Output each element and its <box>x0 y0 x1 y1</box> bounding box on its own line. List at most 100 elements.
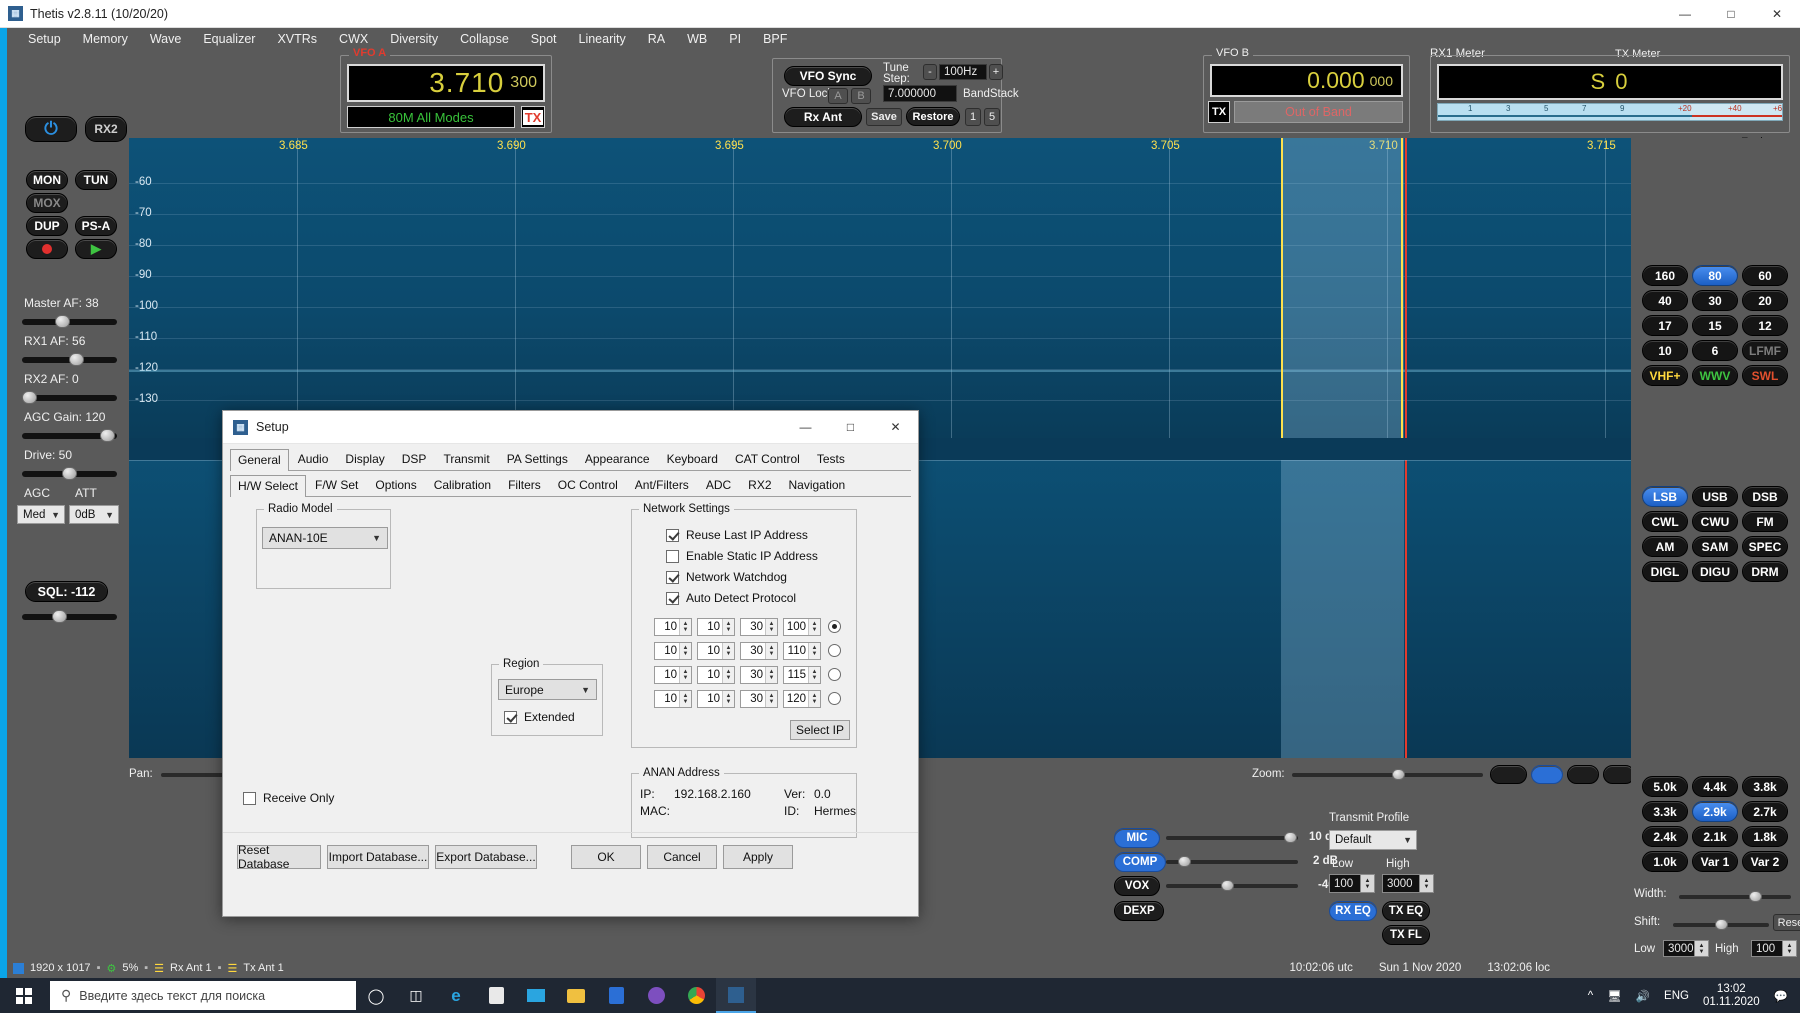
ip-octet-r3-c2[interactable]: 10▲▼ <box>697 666 735 684</box>
tab-display[interactable]: Display <box>337 448 392 470</box>
ip-octet-r4-c1[interactable]: 10▲▼ <box>654 690 692 708</box>
ip-select-radio-3[interactable] <box>828 668 841 681</box>
taskbar-clock[interactable]: 13:02 01.11.2020 <box>1703 983 1760 1009</box>
close-icon[interactable]: ✕ <box>1754 0 1800 28</box>
spinner-arrows-icon[interactable]: ▲▼ <box>679 643 691 659</box>
save-button[interactable]: Save <box>866 108 902 126</box>
cancel-button[interactable]: Cancel <box>647 845 717 869</box>
filter-2-1k-button[interactable]: 2.1k <box>1692 826 1738 847</box>
office-icon[interactable] <box>596 978 636 1013</box>
menu-item-equalizer[interactable]: Equalizer <box>192 30 266 48</box>
minimize-icon[interactable]: — <box>1662 0 1708 28</box>
apply-button[interactable]: Apply <box>723 845 793 869</box>
vfo-sync-button[interactable]: VFO Sync <box>784 66 872 86</box>
drive-slider[interactable] <box>22 467 117 480</box>
ok-button[interactable]: OK <box>571 845 641 869</box>
thetis-icon[interactable] <box>716 978 756 1013</box>
filter-3-8k-button[interactable]: 3.8k <box>1742 776 1788 797</box>
band-80-button[interactable]: 80 <box>1692 265 1738 286</box>
ip-octet-r1-c2[interactable]: 10▲▼ <box>697 618 735 636</box>
band-vhf--button[interactable]: VHF+ <box>1642 365 1688 386</box>
mode-dsb-button[interactable]: DSB <box>1742 486 1788 507</box>
tab-appearance[interactable]: Appearance <box>577 448 658 470</box>
reset-database-button[interactable]: Reset Database <box>237 845 321 869</box>
bandstack-1-button[interactable]: 1 <box>965 108 981 126</box>
band-15-button[interactable]: 15 <box>1692 315 1738 336</box>
tune-step-decrement-button[interactable]: - <box>923 64 937 80</box>
filter-5-0k-button[interactable]: 5.0k <box>1642 776 1688 797</box>
network-checkbox-network-watchdog[interactable]: Network Watchdog <box>666 570 787 584</box>
mode-drm-button[interactable]: DRM <box>1742 561 1788 582</box>
vfo-a-tx-indicator[interactable]: TX <box>521 106 545 128</box>
subtab-f-w-set[interactable]: F/W Set <box>307 474 366 496</box>
spinner-arrows-icon[interactable]: ▲▼ <box>722 619 734 635</box>
dup-button[interactable]: DUP <box>26 216 68 236</box>
tx-fl-button[interactable]: TX FL <box>1382 925 1430 945</box>
spinner-arrows-icon[interactable]: ▲▼ <box>722 691 734 707</box>
tx-high-spinner[interactable]: 3000 ▲▼ <box>1382 874 1434 893</box>
rx-ant-button[interactable]: Rx Ant <box>784 107 862 127</box>
tab-pa-settings[interactable]: PA Settings <box>499 448 576 470</box>
vfo-a-display[interactable]: 3.710 300 <box>347 64 545 102</box>
tab-keyboard[interactable]: Keyboard <box>659 448 726 470</box>
spinner-arrows-icon[interactable]: ▲▼ <box>1694 941 1708 956</box>
tune-step-increment-button[interactable]: + <box>989 64 1003 80</box>
band-wwv-button[interactable]: WWV <box>1692 365 1738 386</box>
waterfall-passband[interactable] <box>1281 460 1404 758</box>
setup-close-icon[interactable]: ✕ <box>873 411 918 444</box>
mode-cwu-button[interactable]: CWU <box>1692 511 1738 532</box>
ip-select-radio-4[interactable] <box>828 692 841 705</box>
bandstack-frequency-field[interactable]: 7.000000 <box>883 85 957 102</box>
play-button[interactable]: ▶ <box>75 239 117 259</box>
network-checkbox-enable-static-ip-address[interactable]: Enable Static IP Address <box>666 549 818 563</box>
passband-low-marker[interactable] <box>1281 138 1283 438</box>
chrome-icon[interactable] <box>676 978 716 1013</box>
zoom-slider[interactable] <box>1292 769 1483 780</box>
mode-spec-button[interactable]: SPEC <box>1742 536 1788 557</box>
tx-low-spinner[interactable]: 100 ▲▼ <box>1329 874 1375 893</box>
spinner-arrows-icon[interactable]: ▲▼ <box>1360 875 1374 892</box>
spinner-arrows-icon[interactable]: ▲▼ <box>765 619 777 635</box>
explorer-icon[interactable] <box>556 978 596 1013</box>
band-30-button[interactable]: 30 <box>1692 290 1738 311</box>
band-17-button[interactable]: 17 <box>1642 315 1688 336</box>
mic-button[interactable]: MIC <box>1114 828 1160 848</box>
band-10-button[interactable]: 10 <box>1642 340 1688 361</box>
setup-minimize-icon[interactable]: — <box>783 411 828 444</box>
tab-dsp[interactable]: DSP <box>394 448 435 470</box>
spinner-arrows-icon[interactable]: ▲▼ <box>808 691 820 707</box>
start-button[interactable] <box>0 978 48 1013</box>
menu-item-xvtrs[interactable]: XVTRs <box>266 30 328 48</box>
cortana-icon[interactable]: ◯ <box>356 978 396 1013</box>
ip-octet-r2-c1[interactable]: 10▲▼ <box>654 642 692 660</box>
filter-2-9k-button[interactable]: 2.9k <box>1692 801 1738 822</box>
tune-step-value[interactable]: 100Hz <box>939 64 987 80</box>
task-view-icon[interactable]: ◫ <box>396 978 436 1013</box>
ip-select-radio-2[interactable] <box>828 644 841 657</box>
subtab-navigation[interactable]: Navigation <box>781 474 854 496</box>
taskbar-search-input[interactable]: ⚲ Введите здесь текст для поиска <box>50 981 356 1010</box>
spinner-arrows-icon[interactable]: ▲▼ <box>808 667 820 683</box>
menu-item-spot[interactable]: Spot <box>520 30 568 48</box>
ip-octet-r2-c2[interactable]: 10▲▼ <box>697 642 735 660</box>
menu-item-bpf[interactable]: BPF <box>752 30 798 48</box>
ip-octet-r4-c4[interactable]: 120▲▼ <box>783 690 821 708</box>
subtab-options[interactable]: Options <box>367 474 424 496</box>
edge-icon[interactable]: e <box>436 978 476 1013</box>
subtab-h-w-select[interactable]: H/W Select <box>230 475 306 497</box>
viber-icon[interactable] <box>636 978 676 1013</box>
band-6-button[interactable]: 6 <box>1692 340 1738 361</box>
subtab-filters[interactable]: Filters <box>500 474 549 496</box>
vfo-lock-b-button[interactable]: B <box>851 88 871 104</box>
rx2-button[interactable]: RX2 <box>85 116 127 142</box>
rx2-af-slider[interactable] <box>22 391 117 404</box>
volume-icon[interactable]: 🔊 <box>1636 989 1650 1003</box>
shift-reset-button[interactable]: Reset <box>1773 914 1800 931</box>
width-slider[interactable] <box>1679 891 1791 902</box>
mode-usb-button[interactable]: USB <box>1692 486 1738 507</box>
mode-fm-button[interactable]: FM <box>1742 511 1788 532</box>
menu-item-ra[interactable]: RA <box>637 30 676 48</box>
ip-octet-r3-c3[interactable]: 30▲▼ <box>740 666 778 684</box>
mox-button[interactable]: MOX <box>26 193 68 213</box>
mode-cwl-button[interactable]: CWL <box>1642 511 1688 532</box>
